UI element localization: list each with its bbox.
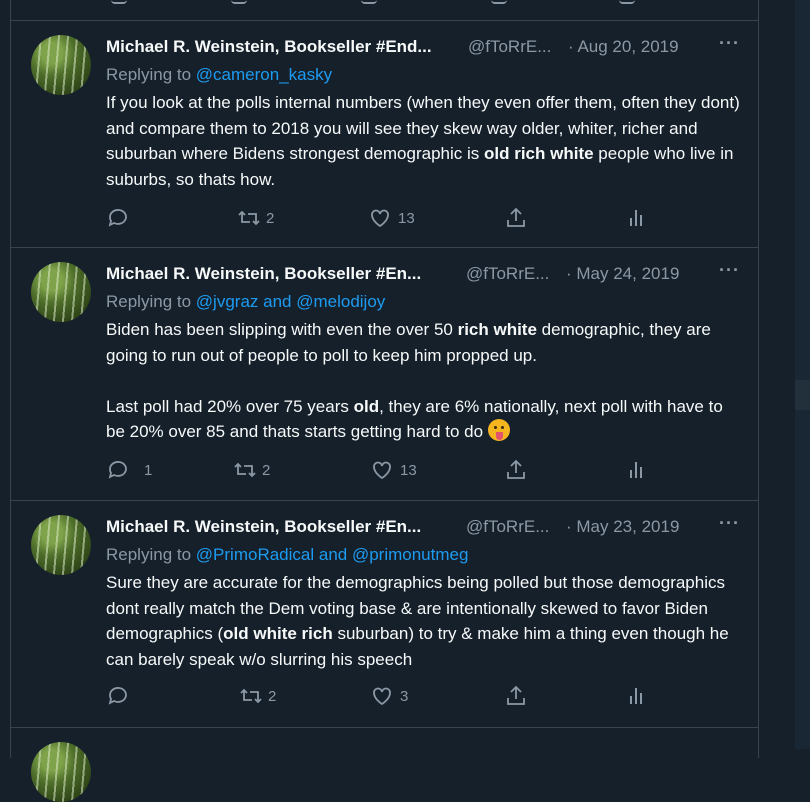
avatar[interactable] [31,35,91,95]
tweet-text: If you look at the polls internal number… [106,90,746,192]
reply-icon [108,687,127,705]
author-name[interactable]: Michael R. Weinstein, Bookseller #En... [106,517,421,537]
tweet-text-segment: Last poll had 20% over 75 years [106,396,354,416]
scroll-indicator [795,380,810,410]
replying-to-link[interactable]: @PrimoRadical and @primonutmeg [196,545,469,564]
retweet-count: 2 [266,210,275,227]
author-handle[interactable]: @fToRrE... [468,37,551,57]
author-name[interactable]: Michael R. Weinstein, Bookseller #End... [106,37,432,57]
tweet-text-segment: Biden has been slipping with even the ov… [106,320,458,339]
analytics-icon [630,462,642,478]
tweet-text-bold: rich white [457,320,537,339]
tweet-date[interactable]: · Aug 20, 2019 [568,37,679,57]
author-name[interactable]: Michael R. Weinstein, Bookseller #En... [106,264,421,284]
timeline-column: Michael R. Weinstein, Bookseller #End...… [10,0,759,802]
replying-to: Replying to @cameron_kasky [106,65,332,85]
replying-prefix: Replying to [106,545,192,564]
more-icon[interactable]: ··· [719,33,740,54]
analytics-icon[interactable] [619,0,635,4]
like-count: 13 [400,462,417,479]
like-icon [373,461,391,480]
replying-prefix: Replying to [106,65,192,84]
retweet-icon[interactable] [231,0,247,4]
tweet-text-bold: old white rich [223,624,333,643]
author-handle[interactable]: @fToRrE... [466,517,549,537]
tweet-partial[interactable] [11,728,758,802]
avatar[interactable] [31,262,91,322]
like-count: 3 [400,688,409,705]
replying-to: Replying to @jvgraz and @melodijoy [106,292,385,312]
retweet-icon [234,462,256,478]
tongue-emoji-icon [487,419,510,441]
reply-icon [108,209,127,227]
tweet[interactable]: Michael R. Weinstein, Bookseller #End...… [11,21,758,248]
analytics-icon [630,210,642,226]
reply-icon[interactable] [111,0,127,4]
tweet-text-bold: old [353,396,380,416]
replying-to: Replying to @PrimoRadical and @primonutm… [106,545,468,565]
tweet-header: Michael R. Weinstein, Bookseller #En... … [106,513,740,541]
tweet-text-bold: old rich white [484,144,594,163]
tweet-header: Michael R. Weinstein, Bookseller #End...… [106,33,740,61]
avatar[interactable] [31,742,91,802]
share-icon [507,459,525,479]
tweet-text: Biden has been slipping with even the ov… [106,317,746,445]
more-icon[interactable]: ··· [719,260,740,281]
tweet-text: Sure they are accurate for the demograph… [106,570,746,672]
replying-to-link[interactable]: @jvgraz and @melodijoy [196,292,385,311]
tweet-date[interactable]: · May 23, 2019 [566,517,679,537]
retweet-icon [238,210,260,226]
tweet-header: Michael R. Weinstein, Bookseller #En... … [106,260,740,288]
more-icon[interactable]: ··· [719,513,740,534]
avatar[interactable] [31,515,91,575]
author-handle[interactable]: @fToRrE... [466,264,549,284]
share-icon [507,685,525,705]
retweet-count: 2 [262,462,271,479]
previous-tweet-actions [11,0,758,21]
tweet[interactable]: Michael R. Weinstein, Bookseller #En... … [11,248,758,501]
replying-to-link[interactable]: @cameron_kasky [196,65,332,84]
share-icon[interactable] [491,0,507,4]
like-icon [371,209,389,228]
like-icon[interactable] [361,0,377,4]
replying-prefix: Replying to [106,292,192,311]
tweet-date[interactable]: · May 24, 2019 [566,264,679,284]
reply-icon [108,461,127,479]
tweet[interactable]: Michael R. Weinstein, Bookseller #En... … [11,501,758,728]
like-icon [373,687,391,706]
share-icon [507,207,525,227]
retweet-count: 2 [268,688,277,705]
reply-count: 1 [144,462,153,479]
retweet-icon [240,688,262,704]
like-count: 13 [398,210,415,227]
right-edge-panel [795,0,810,749]
analytics-icon [630,688,642,704]
